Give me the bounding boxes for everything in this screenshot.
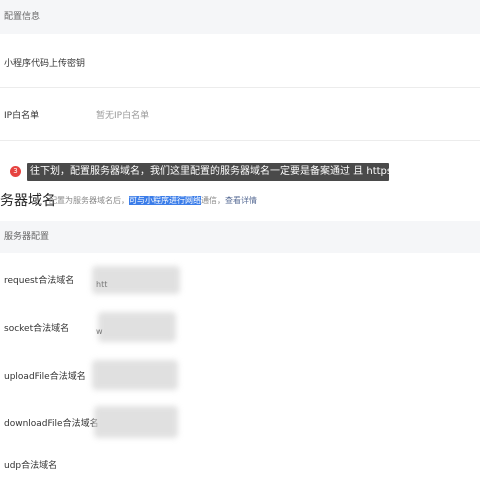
divider	[0, 140, 480, 141]
server-domain-title: 务器域名	[0, 193, 56, 209]
request-domain-label: request合法域名	[4, 276, 75, 286]
desc-highlight: 可与小程序进行网络	[129, 196, 201, 205]
ip-whitelist-value: 暂无IP白名单	[96, 111, 150, 121]
server-domain-description: 配置为服务器域名后，可与小程序进行网络通信，查看详情	[49, 195, 257, 206]
server-config-header: 服务器配置	[0, 221, 480, 253]
udp-domain-label: udp合法域名	[4, 461, 58, 471]
view-details-link[interactable]: 查看详情	[225, 196, 257, 205]
upload-file-domain-label: uploadFile合法域名	[4, 372, 86, 382]
desc-text: 配置为服务器域名后，	[49, 196, 129, 205]
socket-domain-partial: w	[96, 327, 103, 336]
upload-key-label: 小程序代码上传密钥	[4, 59, 86, 69]
desc-text: 通信，	[201, 196, 225, 205]
ip-whitelist-label: IP白名单	[4, 111, 40, 121]
download-file-domain-label: downloadFile合法域名	[4, 419, 99, 429]
redacted-value	[94, 406, 178, 438]
redacted-value	[98, 312, 176, 342]
socket-domain-label: socket合法域名	[4, 324, 70, 334]
step-badge: 3	[10, 166, 21, 177]
redacted-value	[92, 360, 178, 390]
annotation-tooltip: 往下划，配置服务器域名，我们这里配置的服务器域名一定要是备案通过 且 https…	[27, 163, 389, 181]
config-section-header: 配置信息	[0, 0, 480, 34]
divider	[0, 87, 480, 88]
request-domain-partial: htt	[96, 280, 108, 289]
